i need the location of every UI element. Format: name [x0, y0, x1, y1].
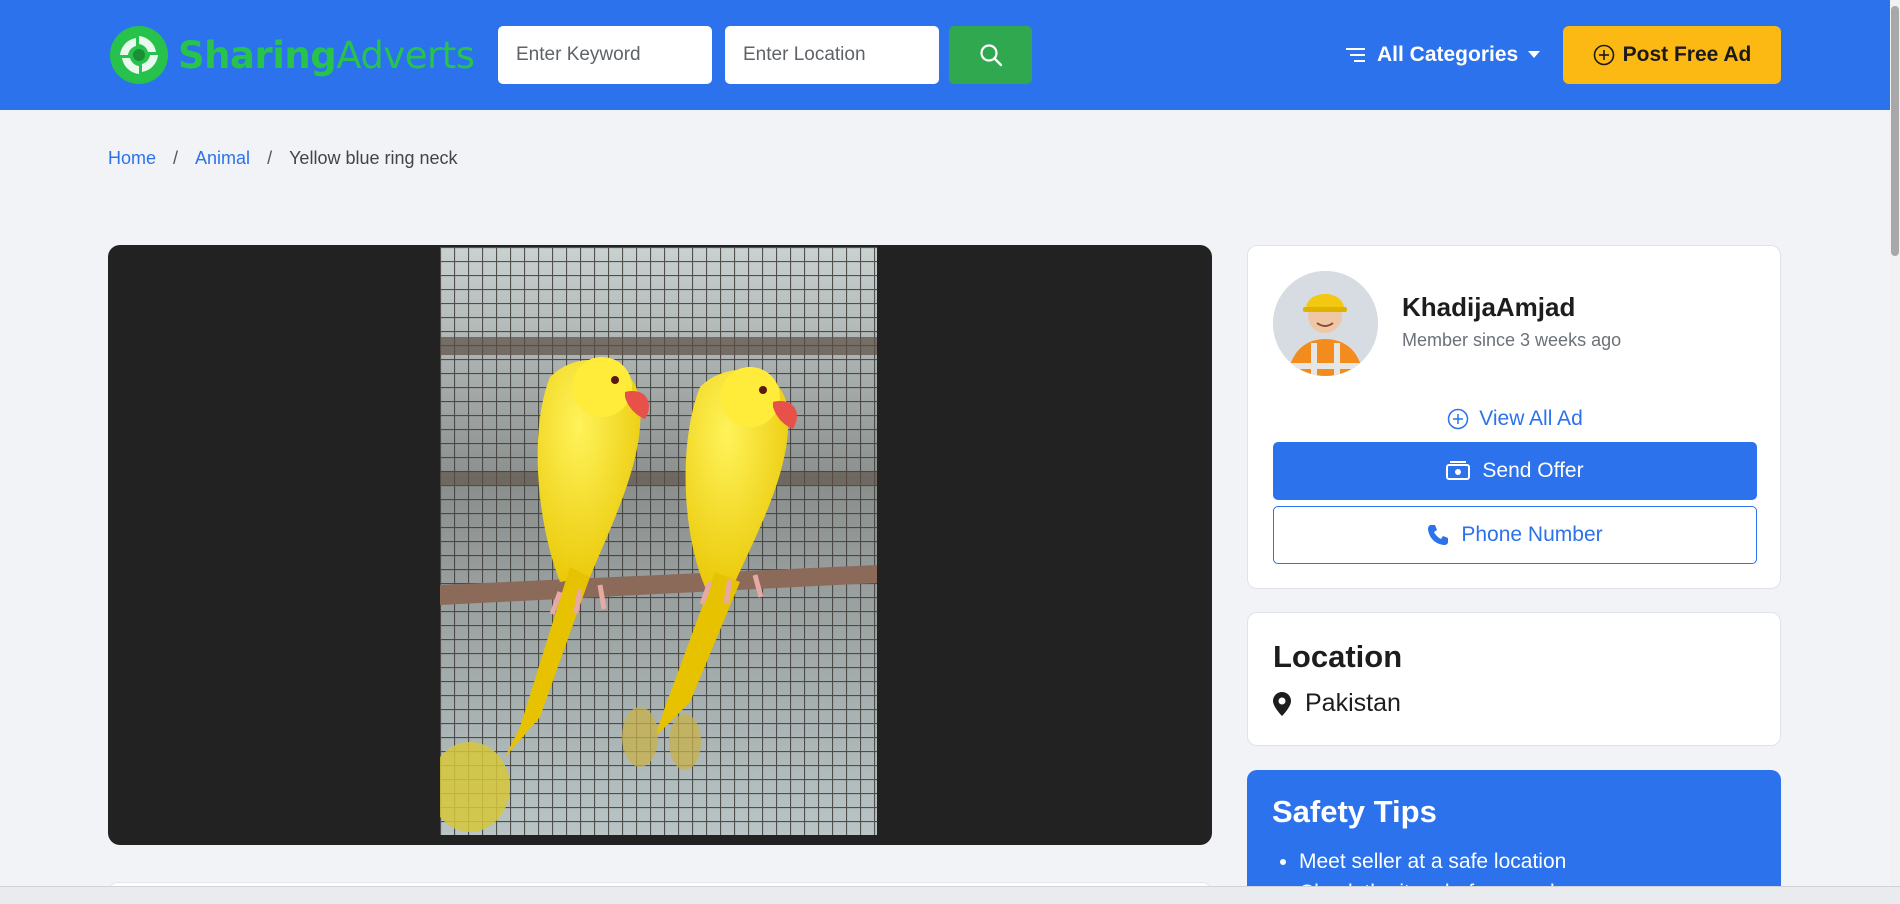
site-header: SharingAdverts All Categories Post Free …	[0, 0, 1890, 110]
location-text: Pakistan	[1305, 689, 1401, 717]
seller-card: KhadijaAmjad Member since 3 weeks ago Vi…	[1247, 245, 1781, 589]
ad-image-gallery[interactable]	[108, 245, 1212, 845]
location-search-input[interactable]	[725, 26, 939, 84]
location-title: Location	[1273, 639, 1403, 674]
seller-avatar[interactable]	[1273, 271, 1378, 376]
menu-lines-icon	[1346, 48, 1365, 62]
breadcrumb-home-link[interactable]: Home	[108, 148, 156, 169]
location-card: Location Pakistan	[1247, 612, 1781, 746]
breadcrumb-separator: /	[173, 148, 179, 168]
taskbar-strip	[0, 886, 1900, 904]
logo-text-light: Adverts	[336, 33, 475, 77]
categories-label: All Categories	[1377, 43, 1519, 66]
breadcrumb-current: Yellow blue ring neck	[289, 148, 458, 168]
logo-mark-icon	[110, 26, 168, 84]
phone-icon	[1428, 525, 1449, 545]
search-button[interactable]	[949, 26, 1032, 84]
breadcrumb: Home / Animal / Yellow blue ring neck	[108, 148, 458, 169]
safety-tips-card: Safety Tips Meet seller at a safe locati…	[1247, 770, 1781, 904]
location-value: Pakistan	[1273, 689, 1401, 718]
ad-photo[interactable]	[440, 247, 877, 835]
page-scrollbar[interactable]	[1890, 0, 1900, 886]
site-logo[interactable]: SharingAdverts	[110, 26, 475, 84]
scrollbar-thumb[interactable]	[1891, 6, 1899, 256]
caret-down-icon	[1528, 51, 1541, 58]
post-ad-label: Post Free Ad	[1622, 43, 1752, 66]
view-all-ads-link[interactable]: View All Ad	[1248, 402, 1782, 436]
send-offer-button[interactable]: Send Offer	[1273, 442, 1757, 500]
keyword-search-input[interactable]	[498, 26, 712, 84]
search-icon	[979, 44, 1002, 67]
seller-name[interactable]: KhadijaAmjad	[1402, 292, 1575, 323]
phone-number-label: Phone Number	[1461, 523, 1603, 546]
breadcrumb-separator: /	[267, 148, 273, 168]
send-offer-label: Send Offer	[1482, 459, 1584, 482]
map-pin-icon	[1273, 691, 1291, 716]
logo-text-bold: Sharing	[178, 33, 337, 77]
all-categories-dropdown[interactable]: All Categories	[1345, 26, 1541, 84]
post-free-ad-button[interactable]: Post Free Ad	[1563, 26, 1781, 84]
breadcrumb-category-link[interactable]: Animal	[195, 148, 250, 169]
safety-tip-item: Meet seller at a safe location	[1299, 846, 1584, 877]
plus-circle-icon	[1593, 44, 1614, 66]
avatar-image	[1273, 271, 1378, 376]
view-all-label: View All Ad	[1479, 407, 1583, 430]
logo-text: SharingAdverts	[178, 34, 475, 77]
member-since-text: Member since 3 weeks ago	[1402, 330, 1622, 350]
phone-number-button[interactable]: Phone Number	[1273, 506, 1757, 564]
safety-tips-title: Safety Tips	[1272, 794, 1437, 829]
money-icon	[1446, 461, 1471, 480]
plus-circle-icon	[1447, 408, 1469, 430]
